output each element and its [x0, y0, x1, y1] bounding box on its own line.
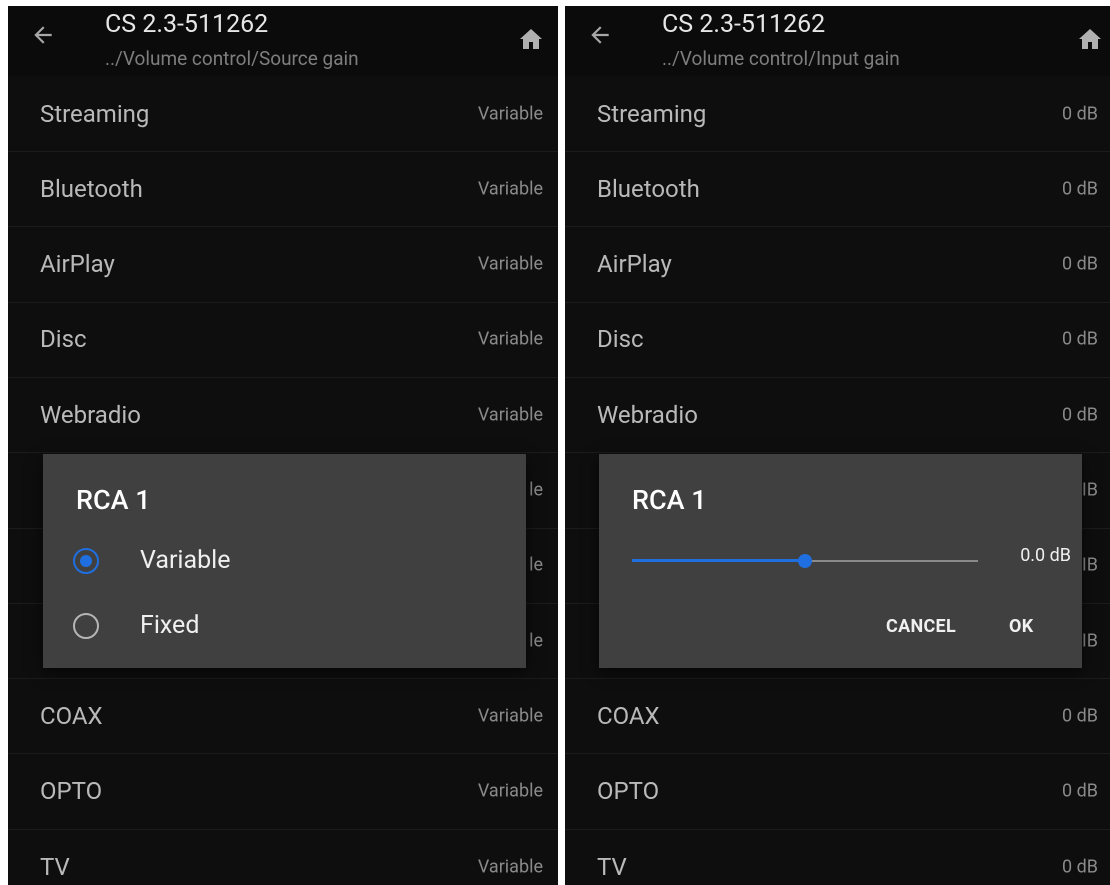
list-item[interactable]: OPTO Variable	[8, 754, 558, 830]
list-item-value: Variable	[477, 178, 543, 200]
list-item-value: Variable	[477, 103, 543, 124]
list-item[interactable]: Streaming 0 dB	[565, 76, 1110, 152]
option-fixed[interactable]: Fixed	[73, 605, 493, 649]
list-item[interactable]: Streaming Variable	[8, 76, 558, 152]
list-item[interactable]: Bluetooth Variable	[8, 151, 558, 228]
option-label: Variable	[140, 546, 231, 575]
app-bar: CS 2.3-511262 ../Volume control/Source g…	[8, 6, 558, 76]
list-item-value: Variable	[477, 705, 543, 727]
option-label: Fixed	[140, 611, 200, 640]
home-icon[interactable]	[1078, 28, 1102, 50]
slider-thumb[interactable]	[798, 554, 812, 568]
app-bar: CS 2.3-511262 ../Volume control/Input ga…	[565, 6, 1110, 76]
list-item-label: OPTO	[597, 777, 660, 806]
list-item[interactable]: Disc 0 dB	[565, 302, 1110, 378]
list-item-label: Bluetooth	[597, 174, 700, 203]
list-item[interactable]: Bluetooth 0 dB	[565, 151, 1110, 228]
list-item[interactable]: AirPlay Variable	[8, 227, 558, 303]
option-variable[interactable]: Variable	[73, 540, 493, 584]
list-item-value: le	[529, 630, 543, 652]
list-item-value: Variable	[477, 328, 543, 350]
radio-unchecked-icon[interactable]	[73, 613, 99, 639]
device-title: CS 2.3-511262	[105, 10, 269, 39]
list-item-value: le	[529, 479, 543, 501]
list-item-label: Disc	[597, 325, 644, 354]
list-item[interactable]: Webradio Variable	[8, 377, 558, 454]
list-item-value: Variable	[477, 856, 543, 877]
ok-button[interactable]: OK	[1009, 616, 1033, 637]
list-item-value: 0 dB	[1062, 328, 1098, 350]
list-item[interactable]: TV 0 dB	[565, 829, 1110, 885]
list-item-value: Variable	[477, 780, 543, 802]
list-item-value: IB	[1081, 630, 1098, 652]
gain-value: 0.0 dB	[1020, 545, 1071, 566]
list-item-label: AirPlay	[597, 250, 672, 279]
gain-slider[interactable]	[632, 551, 978, 571]
list-item-label: Streaming	[40, 99, 150, 128]
list-item-label: AirPlay	[40, 250, 115, 279]
list-item-value: 0 dB	[1062, 705, 1098, 727]
breadcrumb: ../Volume control/Source gain	[105, 47, 359, 70]
mode-dialog: RCA 1 Variable Fixed	[43, 454, 526, 668]
dialog-title: RCA 1	[632, 484, 707, 516]
list-item-label: Streaming	[597, 99, 707, 128]
list-item-value: 0 dB	[1062, 404, 1098, 426]
list-item-label: Webradio	[597, 400, 698, 429]
list-item-value: 0 dB	[1062, 103, 1098, 124]
list-item-label: OPTO	[40, 777, 103, 806]
list-item[interactable]: COAX Variable	[8, 678, 558, 755]
list-item[interactable]: TV Variable	[8, 829, 558, 885]
list-item-label: TV	[40, 852, 70, 881]
list-item-value: 0 dB	[1062, 178, 1098, 200]
source-gain-screen: CS 2.3-511262 ../Volume control/Source g…	[8, 6, 558, 885]
list-item[interactable]: COAX 0 dB	[565, 678, 1110, 755]
list-item-value: 0 dB	[1062, 253, 1098, 275]
list-item-value: Variable	[477, 404, 543, 426]
radio-checked-icon[interactable]	[73, 548, 99, 574]
list-item-value: IB	[1081, 554, 1098, 576]
list-item[interactable]: OPTO 0 dB	[565, 754, 1110, 830]
list-item-label: TV	[597, 852, 627, 881]
arrow-left-icon[interactable]	[587, 22, 613, 48]
device-title: CS 2.3-511262	[662, 10, 826, 39]
breadcrumb: ../Volume control/Input gain	[662, 47, 900, 70]
list-item[interactable]: Webradio 0 dB	[565, 377, 1110, 454]
gain-dialog: RCA 1 0.0 dB CANCEL OK	[599, 454, 1082, 668]
arrow-left-icon[interactable]	[30, 22, 56, 48]
home-icon[interactable]	[519, 28, 543, 50]
list-item-label: Bluetooth	[40, 174, 143, 203]
list-item-value: 0 dB	[1062, 780, 1098, 802]
cancel-button[interactable]: CANCEL	[886, 616, 956, 637]
list-item-label: COAX	[40, 701, 103, 730]
list-item-label: Disc	[40, 325, 87, 354]
list-item-value: 0 dB	[1062, 856, 1098, 877]
input-gain-screen: CS 2.3-511262 ../Volume control/Input ga…	[565, 6, 1110, 885]
list-item-label: Webradio	[40, 400, 141, 429]
dialog-title: RCA 1	[76, 484, 151, 516]
list-item[interactable]: AirPlay 0 dB	[565, 227, 1110, 303]
list-item-value: IB	[1081, 479, 1098, 501]
list-item-value: le	[529, 554, 543, 576]
list-item-label: COAX	[597, 701, 660, 730]
slider-fill	[632, 559, 805, 562]
list-item[interactable]: Disc Variable	[8, 302, 558, 378]
list-item-value: Variable	[477, 253, 543, 275]
